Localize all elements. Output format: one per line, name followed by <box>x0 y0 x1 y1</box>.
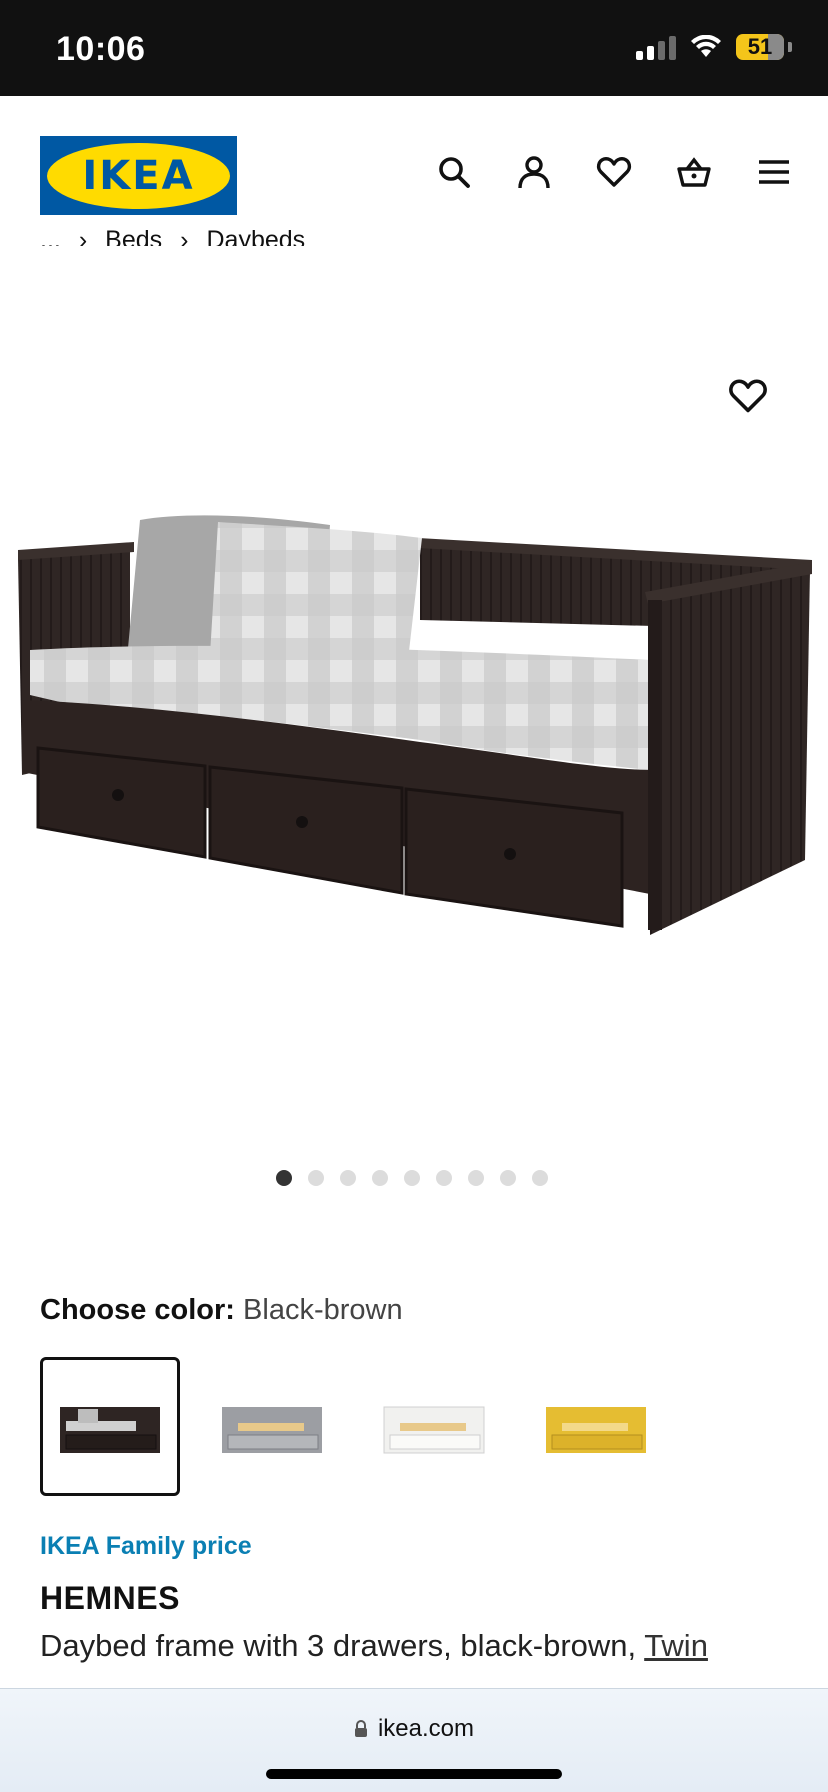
browser-address-bar[interactable]: ikea.com <box>0 1688 828 1792</box>
product-image[interactable] <box>0 330 828 1080</box>
choose-color-label: Choose color: <box>40 1294 235 1326</box>
url-text: ikea.com <box>377 1715 475 1742</box>
color-swatches <box>40 1357 666 1496</box>
account-icon[interactable] <box>516 154 552 190</box>
menu-icon[interactable] <box>756 154 792 190</box>
save-to-favorites-button[interactable] <box>728 376 768 416</box>
battery-level: 51 <box>747 34 773 59</box>
daybed-thumbnail <box>222 1406 322 1453</box>
ikea-family-price-label: IKEA Family price <box>40 1532 252 1560</box>
logo-text: IKEA <box>82 152 195 199</box>
pager-dot[interactable] <box>404 1170 420 1186</box>
daybed-thumbnail <box>60 1406 160 1453</box>
cellular-signal-icon <box>636 34 676 60</box>
heart-icon <box>729 379 767 413</box>
status-indicators: 51 <box>636 34 792 60</box>
header-actions <box>436 154 792 190</box>
battery-icon: 51 <box>736 34 784 60</box>
daybed-thumbnail <box>383 1406 485 1453</box>
basket-icon[interactable] <box>676 154 712 190</box>
swatch-gray[interactable] <box>202 1357 342 1496</box>
pager-dot[interactable] <box>308 1170 324 1186</box>
selected-color-name: Black-brown <box>243 1294 403 1326</box>
ikea-logo[interactable]: IKEA <box>40 136 237 215</box>
pager-dot[interactable] <box>468 1170 484 1186</box>
wifi-icon <box>691 35 721 57</box>
color-chooser-label: Choose color: Black-brown <box>40 1294 403 1327</box>
url-display[interactable]: ikea.com <box>0 1715 828 1743</box>
swatch-white[interactable] <box>364 1357 504 1496</box>
swatch-yellow[interactable] <box>526 1357 666 1496</box>
image-pager <box>0 1170 828 1186</box>
pager-dot[interactable] <box>436 1170 452 1186</box>
status-bar: 10:06 51 <box>0 0 828 96</box>
pager-dot[interactable] <box>276 1170 292 1186</box>
pager-dot[interactable] <box>532 1170 548 1186</box>
search-icon[interactable] <box>436 154 472 190</box>
pager-dot[interactable] <box>500 1170 516 1186</box>
heart-icon[interactable] <box>596 154 632 190</box>
pager-dot[interactable] <box>372 1170 388 1186</box>
home-indicator[interactable] <box>266 1769 562 1779</box>
product-description-text: Daybed frame with 3 drawers, black-brown… <box>40 1628 645 1663</box>
swatch-black-brown[interactable] <box>40 1357 180 1496</box>
daybed-thumbnail <box>546 1406 646 1453</box>
product-name: HEMNES <box>40 1580 180 1616</box>
product-description: Daybed frame with 3 drawers, black-brown… <box>40 1628 708 1664</box>
pager-dot[interactable] <box>340 1170 356 1186</box>
size-link-twin[interactable]: Twin <box>644 1628 708 1663</box>
lock-icon <box>354 1720 367 1737</box>
status-time: 10:06 <box>56 30 146 68</box>
